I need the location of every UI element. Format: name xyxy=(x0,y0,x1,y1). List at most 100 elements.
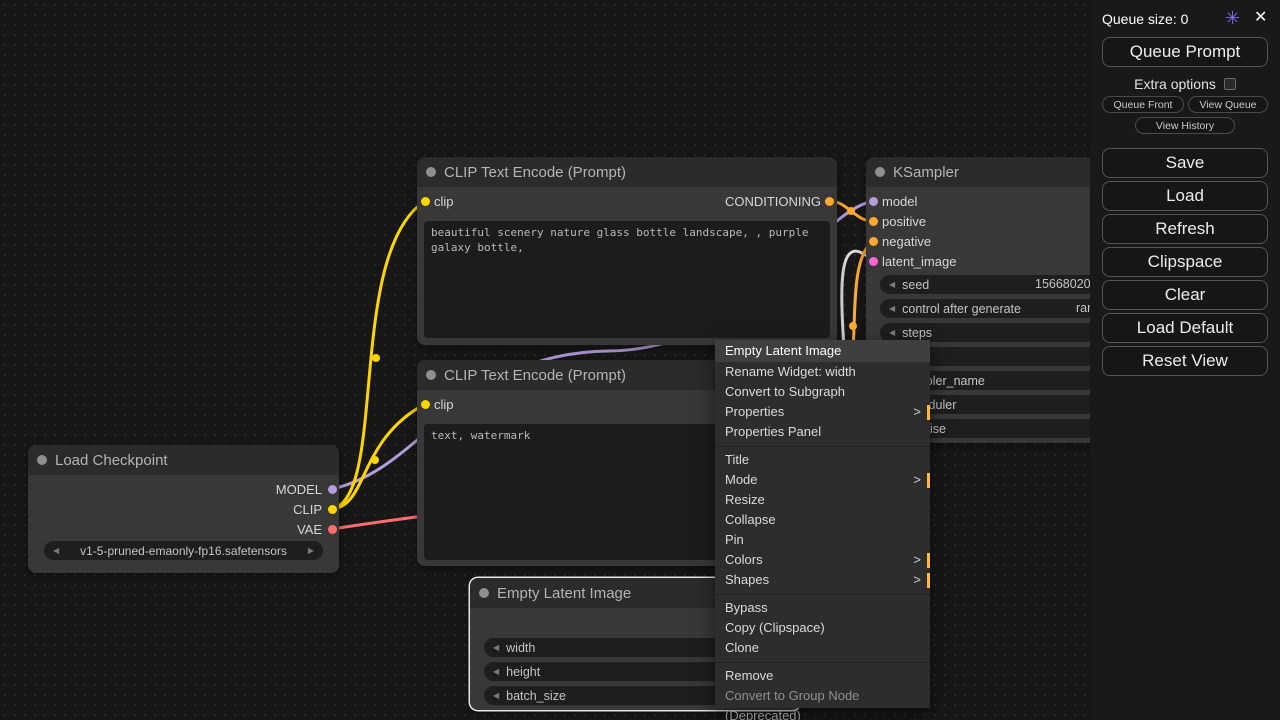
node-context-menu: Empty Latent Image Rename Widget: width … xyxy=(715,340,930,708)
refresh-button[interactable]: Refresh xyxy=(1102,214,1268,244)
menu-item-collapse[interactable]: Collapse xyxy=(715,510,930,530)
node-title: Load Checkpoint xyxy=(55,452,168,469)
widget-label: width xyxy=(506,641,535,655)
menu-item-pin[interactable]: Pin xyxy=(715,530,930,550)
menu-item-title[interactable]: Title xyxy=(715,450,930,470)
input-label-latent-image: latent_image xyxy=(882,254,956,269)
save-button[interactable]: Save xyxy=(1102,148,1268,178)
menu-separator xyxy=(715,442,930,450)
collapse-dot-icon[interactable] xyxy=(426,370,436,380)
menu-item-properties[interactable]: Properties > xyxy=(715,402,930,422)
input-label-clip: clip xyxy=(434,397,454,412)
menu-item-remove[interactable]: Remove xyxy=(715,666,930,686)
node-title: CLIP Text Encode (Prompt) xyxy=(444,164,626,181)
input-label-negative: negative xyxy=(882,234,931,249)
widget-ckpt-name[interactable]: ◀ v1-5-pruned-emaonly-fp16.safetensors ▶ xyxy=(44,541,323,560)
collapse-dot-icon[interactable] xyxy=(479,588,489,598)
input-label-model: model xyxy=(882,194,917,209)
output-slot-clip[interactable] xyxy=(328,505,337,514)
menu-item-convert-to-group-node[interactable]: Convert to Group Node (Deprecated) xyxy=(715,686,930,706)
menu-item-convert-to-subgraph[interactable]: Convert to Subgraph xyxy=(715,382,930,402)
widget-label: batch_size xyxy=(506,689,566,703)
comfy-menu-panel: Queue size: 0 ✳ ✕ Queue Prompt Extra opt… xyxy=(1090,0,1280,720)
input-label-clip: clip xyxy=(434,194,454,209)
extra-options-checkbox[interactable] xyxy=(1224,78,1236,90)
output-label-clip: CLIP xyxy=(293,502,322,517)
link-dot xyxy=(372,354,380,362)
node-graph-canvas[interactable]: CLIP Text Encode (Prompt) clip CONDITION… xyxy=(0,0,1280,720)
node-title: CLIP Text Encode (Prompt) xyxy=(444,367,626,384)
collapse-dot-icon[interactable] xyxy=(37,455,47,465)
decrement-icon[interactable]: ◀ xyxy=(493,662,499,681)
input-slot-latent-image[interactable] xyxy=(869,257,878,266)
submenu-arrow-icon: > xyxy=(913,470,921,490)
submenu-arrow-icon: > xyxy=(913,570,921,590)
input-slot-model[interactable] xyxy=(869,197,878,206)
node-clip-text-encode-positive[interactable]: CLIP Text Encode (Prompt) clip CONDITION… xyxy=(417,157,837,345)
close-icon[interactable]: ✕ xyxy=(1254,10,1267,26)
menu-item-bypass[interactable]: Bypass xyxy=(715,598,930,618)
menu-item-colors[interactable]: Colors > xyxy=(715,550,930,570)
decrement-icon[interactable]: ◀ xyxy=(889,275,895,294)
widget-label: seed xyxy=(902,278,929,292)
menu-item-mode[interactable]: Mode > xyxy=(715,470,930,490)
menu-item-clone[interactable]: Clone xyxy=(715,638,930,658)
clipspace-button[interactable]: Clipspace xyxy=(1102,247,1268,277)
input-label-positive: positive xyxy=(882,214,926,229)
submenu-indicator-bar xyxy=(927,573,930,588)
menu-item-copy-clipspace[interactable]: Copy (Clipspace) xyxy=(715,618,930,638)
output-label-vae: VAE xyxy=(297,522,322,537)
submenu-arrow-icon: > xyxy=(913,402,921,422)
menu-item-properties-panel[interactable]: Properties Panel xyxy=(715,422,930,442)
view-queue-button[interactable]: View Queue xyxy=(1188,96,1268,113)
menu-separator xyxy=(715,590,930,598)
menu-item-rename-widget[interactable]: Rename Widget: width xyxy=(715,362,930,382)
widget-label: control after generate xyxy=(902,302,1021,316)
output-slot-conditioning[interactable] xyxy=(825,197,834,206)
context-menu-title: Empty Latent Image xyxy=(715,340,930,362)
extra-options-label: Extra options xyxy=(1134,76,1216,92)
output-label-conditioning: CONDITIONING xyxy=(725,194,821,209)
decrement-icon[interactable]: ◀ xyxy=(493,686,499,705)
collapse-dot-icon[interactable] xyxy=(426,167,436,177)
link-dot xyxy=(849,322,857,330)
output-slot-vae[interactable] xyxy=(328,525,337,534)
input-slot-positive[interactable] xyxy=(869,217,878,226)
submenu-indicator-bar xyxy=(927,473,930,488)
widget-value: v1-5-pruned-emaonly-fp16.safetensors xyxy=(59,544,308,558)
widget-label: steps xyxy=(902,326,932,340)
view-history-button[interactable]: View History xyxy=(1135,117,1235,134)
widget-label: height xyxy=(506,665,540,679)
input-slot-clip[interactable] xyxy=(421,197,430,206)
link-dot xyxy=(847,207,855,215)
submenu-indicator-bar xyxy=(927,405,930,420)
link-dot xyxy=(371,456,379,464)
menu-item-shapes[interactable]: Shapes > xyxy=(715,570,930,590)
clear-button[interactable]: Clear xyxy=(1102,280,1268,310)
queue-front-button[interactable]: Queue Front xyxy=(1102,96,1184,113)
collapse-dot-icon[interactable] xyxy=(875,167,885,177)
extra-options-row: Extra options xyxy=(1102,76,1268,92)
input-slot-clip[interactable] xyxy=(421,400,430,409)
menu-separator xyxy=(715,658,930,666)
queue-prompt-button[interactable]: Queue Prompt xyxy=(1102,37,1268,67)
output-label-model: MODEL xyxy=(276,482,322,497)
output-slot-model[interactable] xyxy=(328,485,337,494)
reset-view-button[interactable]: Reset View xyxy=(1102,346,1268,376)
queue-size-label: Queue size: 0 xyxy=(1102,11,1188,27)
menu-item-resize[interactable]: Resize xyxy=(715,490,930,510)
load-default-button[interactable]: Load Default xyxy=(1102,313,1268,343)
node-title-bar[interactable]: Load Checkpoint xyxy=(28,445,339,475)
node-title-bar[interactable]: CLIP Text Encode (Prompt) xyxy=(417,157,837,187)
node-title: Empty Latent Image xyxy=(497,585,631,602)
prompt-textarea[interactable]: beautiful scenery nature glass bottle la… xyxy=(424,221,830,338)
decrement-icon[interactable]: ◀ xyxy=(889,299,895,318)
decrement-icon[interactable]: ◀ xyxy=(493,638,499,657)
load-button[interactable]: Load xyxy=(1102,181,1268,211)
next-option-icon[interactable]: ▶ xyxy=(308,541,314,560)
node-title: KSampler xyxy=(893,164,959,181)
settings-icon[interactable]: ✳ xyxy=(1225,10,1240,26)
node-load-checkpoint[interactable]: Load Checkpoint MODEL CLIP VAE ◀ v1-5-pr… xyxy=(28,445,339,573)
input-slot-negative[interactable] xyxy=(869,237,878,246)
link-clip-to-negative xyxy=(332,404,425,509)
